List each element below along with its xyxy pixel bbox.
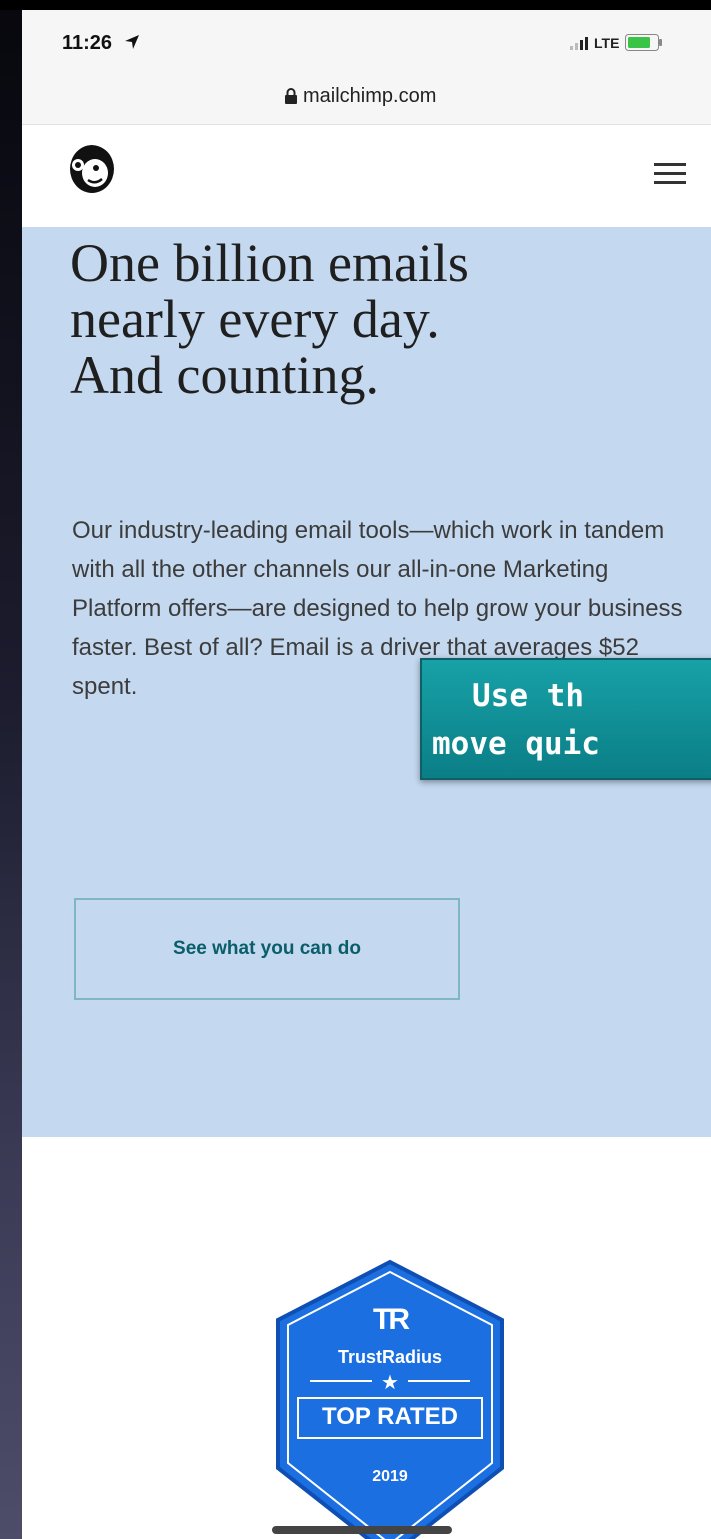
network-type-label: LTE — [594, 35, 620, 51]
see-what-you-can-do-button[interactable]: See what you can do — [74, 898, 460, 1000]
badge-name: TrustRadius — [337, 1347, 443, 1367]
hero-title-line: And counting. — [70, 345, 379, 405]
phone-screen: 11:26 LTE mailchimp.com One billion emai… — [22, 10, 711, 1539]
hero-title-line: nearly every day. — [70, 289, 440, 349]
star-icon: ★ — [381, 1372, 399, 1394]
browser-address-bar[interactable]: mailchimp.com — [22, 68, 711, 125]
device-frame-left — [0, 0, 22, 1539]
home-indicator[interactable] — [272, 1526, 452, 1534]
mailchimp-logo-icon[interactable] — [66, 139, 118, 195]
trustradius-badge: TR TrustRadius ★ TOP RATED 2019 — [270, 1258, 510, 1539]
hero-title: One billion emails nearly every day. And… — [70, 235, 700, 403]
device-frame-top — [0, 0, 711, 10]
tip-text-line-1: Use th — [472, 678, 584, 714]
tip-text-line-2: move quic — [432, 726, 600, 762]
location-arrow-icon — [125, 35, 139, 49]
url-text[interactable]: mailchimp.com — [303, 85, 436, 108]
tip-overlay: Use th move quic — [420, 658, 711, 780]
lock-icon — [285, 88, 297, 104]
menu-icon[interactable] — [654, 163, 686, 185]
badge-shield-icon — [276, 1259, 504, 1539]
status-bar: 11:26 LTE — [22, 10, 711, 68]
site-header — [22, 125, 711, 227]
badge-logo: TR — [373, 1303, 410, 1336]
badge-year: 2019 — [372, 1468, 408, 1485]
battery-icon — [625, 34, 662, 51]
signal-strength-icon — [570, 37, 588, 50]
status-time: 11:26 — [62, 32, 113, 54]
badge-label: TOP RATED — [321, 1403, 459, 1430]
hero-title-line: One billion emails — [70, 233, 469, 293]
